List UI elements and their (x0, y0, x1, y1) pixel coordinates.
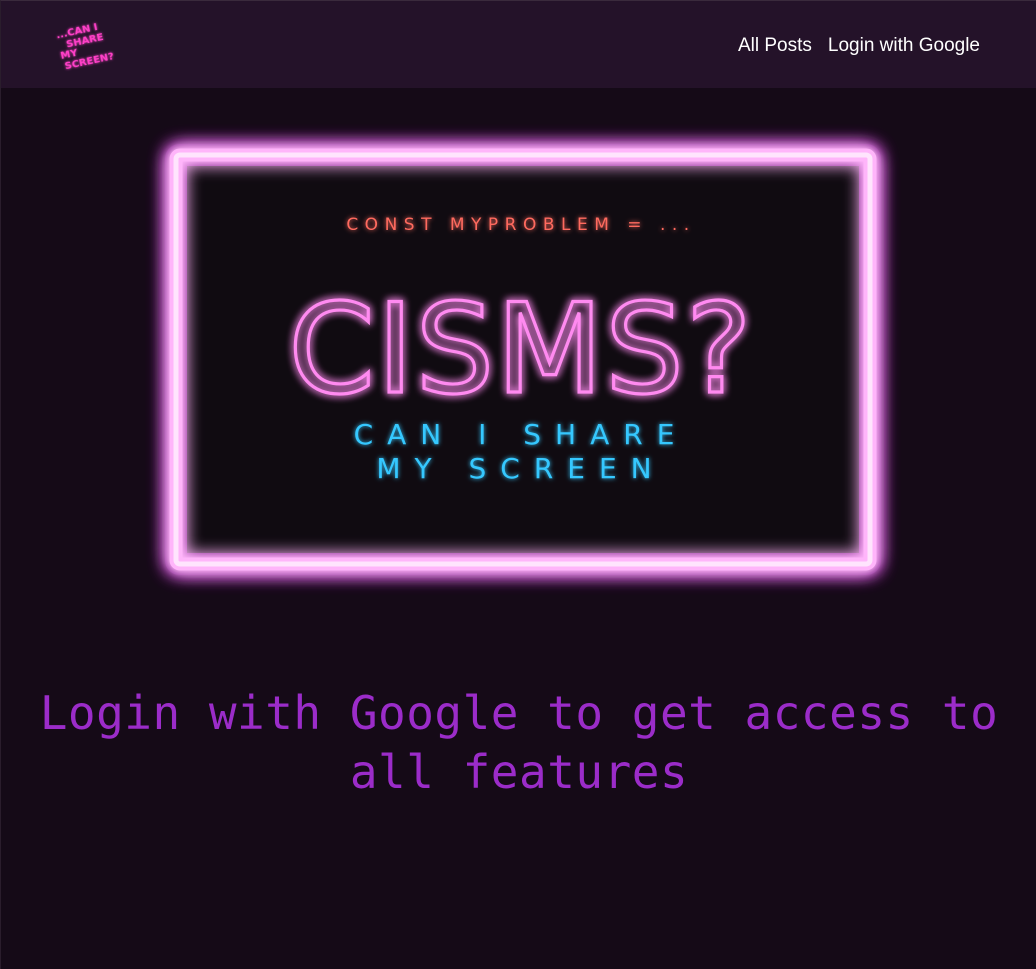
nav-login-google-link[interactable]: Login with Google (828, 34, 980, 58)
nav-all-posts-link[interactable]: All Posts (738, 34, 812, 58)
hero-subtitle-line-2: MY SCREEN (376, 452, 665, 485)
page: ...CAN I SHARE MY SCREEN? All Posts Logi… (0, 0, 1036, 969)
hero-wordmark: CISMS? (288, 278, 753, 422)
navbar: ...CAN I SHARE MY SCREEN? All Posts Logi… (1, 1, 1036, 88)
hero-neon-sign: CONST MYPROBLEM = ... CISMS? CAN I SHARE… (136, 114, 906, 610)
hero-subtitle-line-1: CAN I SHARE (354, 418, 689, 451)
neon-sign-image: CONST MYPROBLEM = ... CISMS? CAN I SHARE… (136, 114, 906, 610)
site-logo[interactable]: ...CAN I SHARE MY SCREEN? (53, 19, 115, 73)
logo-mark: ...CAN I SHARE MY SCREEN? (55, 22, 115, 72)
hero-tagline: CONST MYPROBLEM = ... (346, 215, 695, 235)
login-prompt: Login with Google to get access to all f… (39, 686, 999, 799)
nav-links: All Posts Login with Google (738, 34, 980, 58)
